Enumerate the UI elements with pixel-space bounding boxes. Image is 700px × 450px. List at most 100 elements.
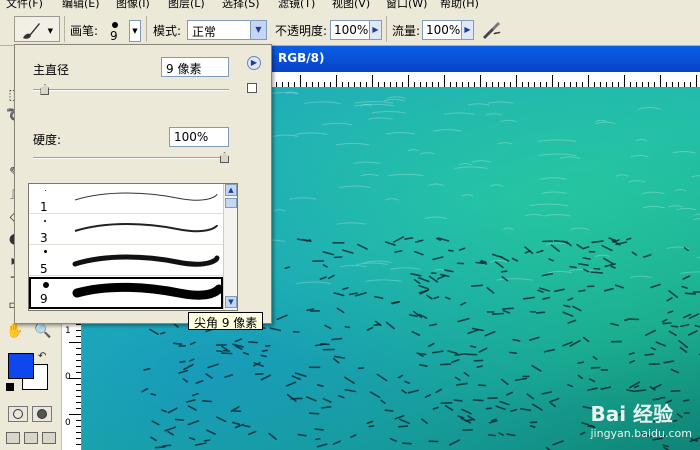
water-ripple: [338, 185, 371, 189]
fish: [631, 251, 638, 256]
water-ripple: [674, 188, 687, 192]
master-diameter-field[interactable]: 9 像素: [161, 57, 229, 77]
water-ripple: [680, 271, 700, 274]
ruler-tick: [468, 82, 469, 87]
zoom-icon[interactable]: 🔍: [34, 322, 52, 340]
ruler-tick: [462, 82, 463, 87]
chevron-up-icon[interactable]: ▲: [225, 184, 237, 196]
water-ripple: [693, 217, 700, 221]
water-ripple: [335, 142, 370, 146]
fish: [322, 264, 328, 268]
hardness-slider-thumb[interactable]: [220, 152, 229, 163]
fish: [526, 393, 535, 400]
opacity-field[interactable]: 100% ▶: [330, 20, 382, 40]
foreground-color-swatch[interactable]: [8, 353, 34, 379]
fish: [394, 414, 405, 420]
standard-mode-button[interactable]: [8, 406, 28, 422]
chevron-right-icon[interactable]: ▶: [461, 21, 473, 39]
water-ripple: [367, 117, 393, 120]
save-brush-icon[interactable]: [247, 83, 257, 93]
menu-select[interactable]: 选择(S): [222, 0, 260, 10]
fish: [590, 271, 604, 274]
fish: [535, 311, 546, 314]
fish: [445, 296, 451, 300]
menu-filter[interactable]: 滤镜(T): [278, 0, 315, 10]
ruler-tick: [630, 82, 631, 87]
brush-preset-5[interactable]: 5: [29, 246, 223, 276]
quick-mask-button[interactable]: [32, 406, 52, 422]
ruler-tick: [76, 444, 81, 445]
ruler-tick: [486, 82, 487, 87]
fish: [443, 269, 454, 273]
ruler-tick: [516, 75, 517, 87]
fish: [314, 428, 324, 431]
fish: [644, 329, 657, 336]
brush-preset-9[interactable]: 9: [29, 277, 223, 309]
menu-file[interactable]: 文件(F): [6, 0, 43, 10]
brush-preset-1[interactable]: 1: [29, 184, 223, 214]
flow-field[interactable]: 100% ▶: [422, 20, 474, 40]
fish: [331, 337, 343, 341]
fish: [437, 274, 446, 280]
airbrush-toggle[interactable]: [480, 18, 502, 40]
menu-image[interactable]: 图像(I): [116, 0, 150, 10]
swap-colors-icon[interactable]: ↶: [38, 351, 46, 362]
ruler-tick: [396, 82, 397, 87]
water-ripple: [336, 222, 367, 225]
fish: [475, 261, 484, 265]
tool-preset-picker[interactable]: ▼: [14, 16, 60, 42]
mode-select[interactable]: 正常 ▼: [187, 20, 267, 40]
water-ripple: [407, 148, 420, 152]
fish: [316, 443, 328, 448]
screen-mode-full[interactable]: [42, 432, 56, 444]
fish: [342, 286, 349, 291]
fish: [242, 351, 249, 356]
master-diameter-slider[interactable]: [33, 84, 229, 95]
fish: [413, 250, 424, 256]
ruler-tick: [306, 82, 307, 87]
water-ripple: [497, 142, 513, 145]
fish: [291, 375, 301, 381]
popup-menu-button[interactable]: ▶: [247, 56, 261, 70]
fish: [514, 377, 528, 382]
fish: [284, 266, 291, 270]
scrollbar-thumb[interactable]: [225, 198, 237, 208]
brush-preset-3[interactable]: 3: [29, 215, 223, 245]
fish: [681, 285, 689, 289]
chevron-down-icon[interactable]: ▼: [225, 296, 237, 308]
menu-edit[interactable]: 编辑(E): [62, 0, 100, 10]
menu-view[interactable]: 视图(V): [332, 0, 370, 10]
ruler-tick: [300, 75, 301, 87]
opacity-label: 不透明度:: [275, 24, 328, 38]
chevron-right-icon[interactable]: ▶: [369, 21, 381, 39]
water-ripple: [594, 121, 616, 125]
menu-layer[interactable]: 图层(L): [168, 0, 205, 10]
brush-picker-dropdown[interactable]: ▼: [129, 20, 141, 42]
hardness-slider[interactable]: [33, 152, 229, 163]
ruler-tick: [366, 82, 367, 87]
fish: [401, 389, 408, 394]
master-diameter-slider-thumb[interactable]: [40, 84, 50, 95]
hardness-field[interactable]: 100%: [169, 127, 229, 147]
fish: [682, 275, 691, 280]
fish: [494, 261, 504, 269]
water-ripple: [419, 152, 435, 155]
ruler-tick: [528, 82, 529, 87]
fish: [509, 351, 518, 355]
fish: [463, 371, 470, 377]
brush-size: 5: [40, 262, 48, 276]
brush-preview[interactable]: 9: [104, 18, 128, 43]
fish: [628, 352, 635, 356]
water-ripple: [630, 154, 649, 158]
fish: [502, 309, 511, 314]
fish: [541, 272, 554, 277]
menu-help[interactable]: 帮助(H): [440, 0, 479, 10]
menu-window[interactable]: 窗口(W): [386, 0, 427, 10]
brush-size: 9: [110, 29, 118, 43]
screen-mode-full-menu[interactable]: [24, 432, 38, 444]
hand-icon[interactable]: ✋: [6, 322, 24, 340]
screen-mode-standard[interactable]: [6, 432, 20, 444]
water-ripple: [304, 101, 341, 104]
default-colors-icon[interactable]: [6, 383, 14, 391]
brush-list-scrollbar[interactable]: ▲ ▼: [223, 184, 237, 310]
